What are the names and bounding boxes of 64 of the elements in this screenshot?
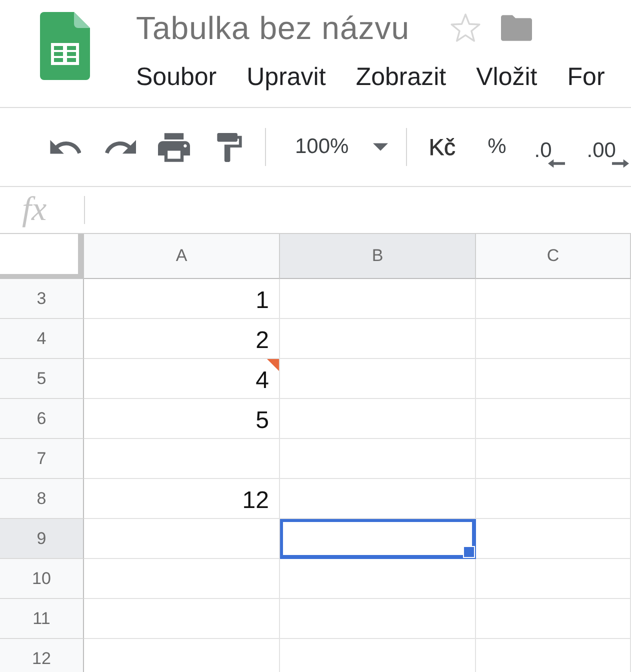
- table-cell[interactable]: [476, 399, 631, 439]
- star-icon[interactable]: [450, 13, 481, 43]
- row-number[interactable]: 12: [0, 639, 84, 672]
- folder-icon[interactable]: [500, 15, 532, 41]
- menu-item[interactable]: Vložit: [476, 62, 538, 92]
- zoom-dropdown[interactable]: 100%: [295, 131, 388, 163]
- spreadsheet-document-icon[interactable]: [40, 12, 90, 80]
- selected-cell[interactable]: [280, 519, 476, 559]
- menu-item[interactable]: Upravit: [246, 62, 326, 92]
- table-cell[interactable]: [476, 359, 631, 399]
- select-all-corner[interactable]: [0, 234, 84, 279]
- table-cell[interactable]: [84, 439, 280, 479]
- table-cell[interactable]: [84, 559, 280, 599]
- printer-icon[interactable]: [158, 132, 190, 162]
- table-cell[interactable]: [476, 559, 631, 599]
- table-cell[interactable]: [280, 599, 476, 639]
- table-cell[interactable]: [476, 599, 631, 639]
- table-cell[interactable]: 12: [84, 479, 280, 519]
- row-number[interactable]: 10: [0, 559, 84, 599]
- table-cell[interactable]: [84, 519, 280, 559]
- table-cell[interactable]: [280, 479, 476, 519]
- row-number[interactable]: 11: [0, 599, 84, 639]
- fill-handle-icon[interactable]: [463, 546, 475, 558]
- row-number[interactable]: 6: [0, 399, 84, 439]
- undo-icon[interactable]: [50, 140, 81, 154]
- caret-icon: [372, 143, 388, 151]
- currency-format-button[interactable]: Kč: [428, 134, 456, 160]
- increase-decimals-button[interactable]: .00: [586, 138, 629, 168]
- row-number[interactable]: 5: [0, 359, 84, 399]
- document-title[interactable]: Tabulka bez názvu: [136, 10, 410, 46]
- table-cell[interactable]: [476, 479, 631, 519]
- table-cell[interactable]: [280, 319, 476, 359]
- table-cell[interactable]: [476, 279, 631, 319]
- table-cell[interactable]: 5: [84, 399, 280, 439]
- table-cell[interactable]: 4: [84, 359, 280, 399]
- menu-item[interactable]: Zobrazit: [356, 62, 446, 92]
- table-cell[interactable]: 2: [84, 319, 280, 359]
- table-cell[interactable]: [476, 319, 631, 359]
- table-cell[interactable]: [280, 359, 476, 399]
- row-number[interactable]: 8: [0, 479, 84, 519]
- decrease-decimals-button[interactable]: .0: [534, 138, 565, 168]
- column-header[interactable]: C: [476, 234, 631, 279]
- table-cell[interactable]: 1: [84, 279, 280, 319]
- table-cell[interactable]: [280, 399, 476, 439]
- column-header[interactable]: B: [280, 234, 476, 279]
- row-number[interactable]: 7: [0, 439, 84, 479]
- table-cell[interactable]: [476, 519, 631, 559]
- table-cell[interactable]: [280, 279, 476, 319]
- table-cell[interactable]: [476, 439, 631, 479]
- table-cell[interactable]: [84, 599, 280, 639]
- column-header[interactable]: A: [84, 234, 280, 279]
- paint-roller-icon[interactable]: [217, 132, 242, 162]
- table-cell[interactable]: [280, 439, 476, 479]
- row-number[interactable]: 4: [0, 319, 84, 359]
- redo-icon[interactable]: [105, 140, 136, 154]
- percent-format-button[interactable]: %: [488, 135, 506, 159]
- right-arrow-icon: [612, 158, 629, 168]
- table-cell[interactable]: [280, 559, 476, 599]
- row-number[interactable]: 3: [0, 279, 84, 319]
- formula-label: fx: [22, 191, 48, 229]
- menu-item[interactable]: Soubor: [136, 62, 217, 92]
- row-number[interactable]: 9: [0, 519, 84, 559]
- menu-item[interactable]: For: [567, 62, 605, 92]
- left-arrow-icon: [548, 158, 565, 168]
